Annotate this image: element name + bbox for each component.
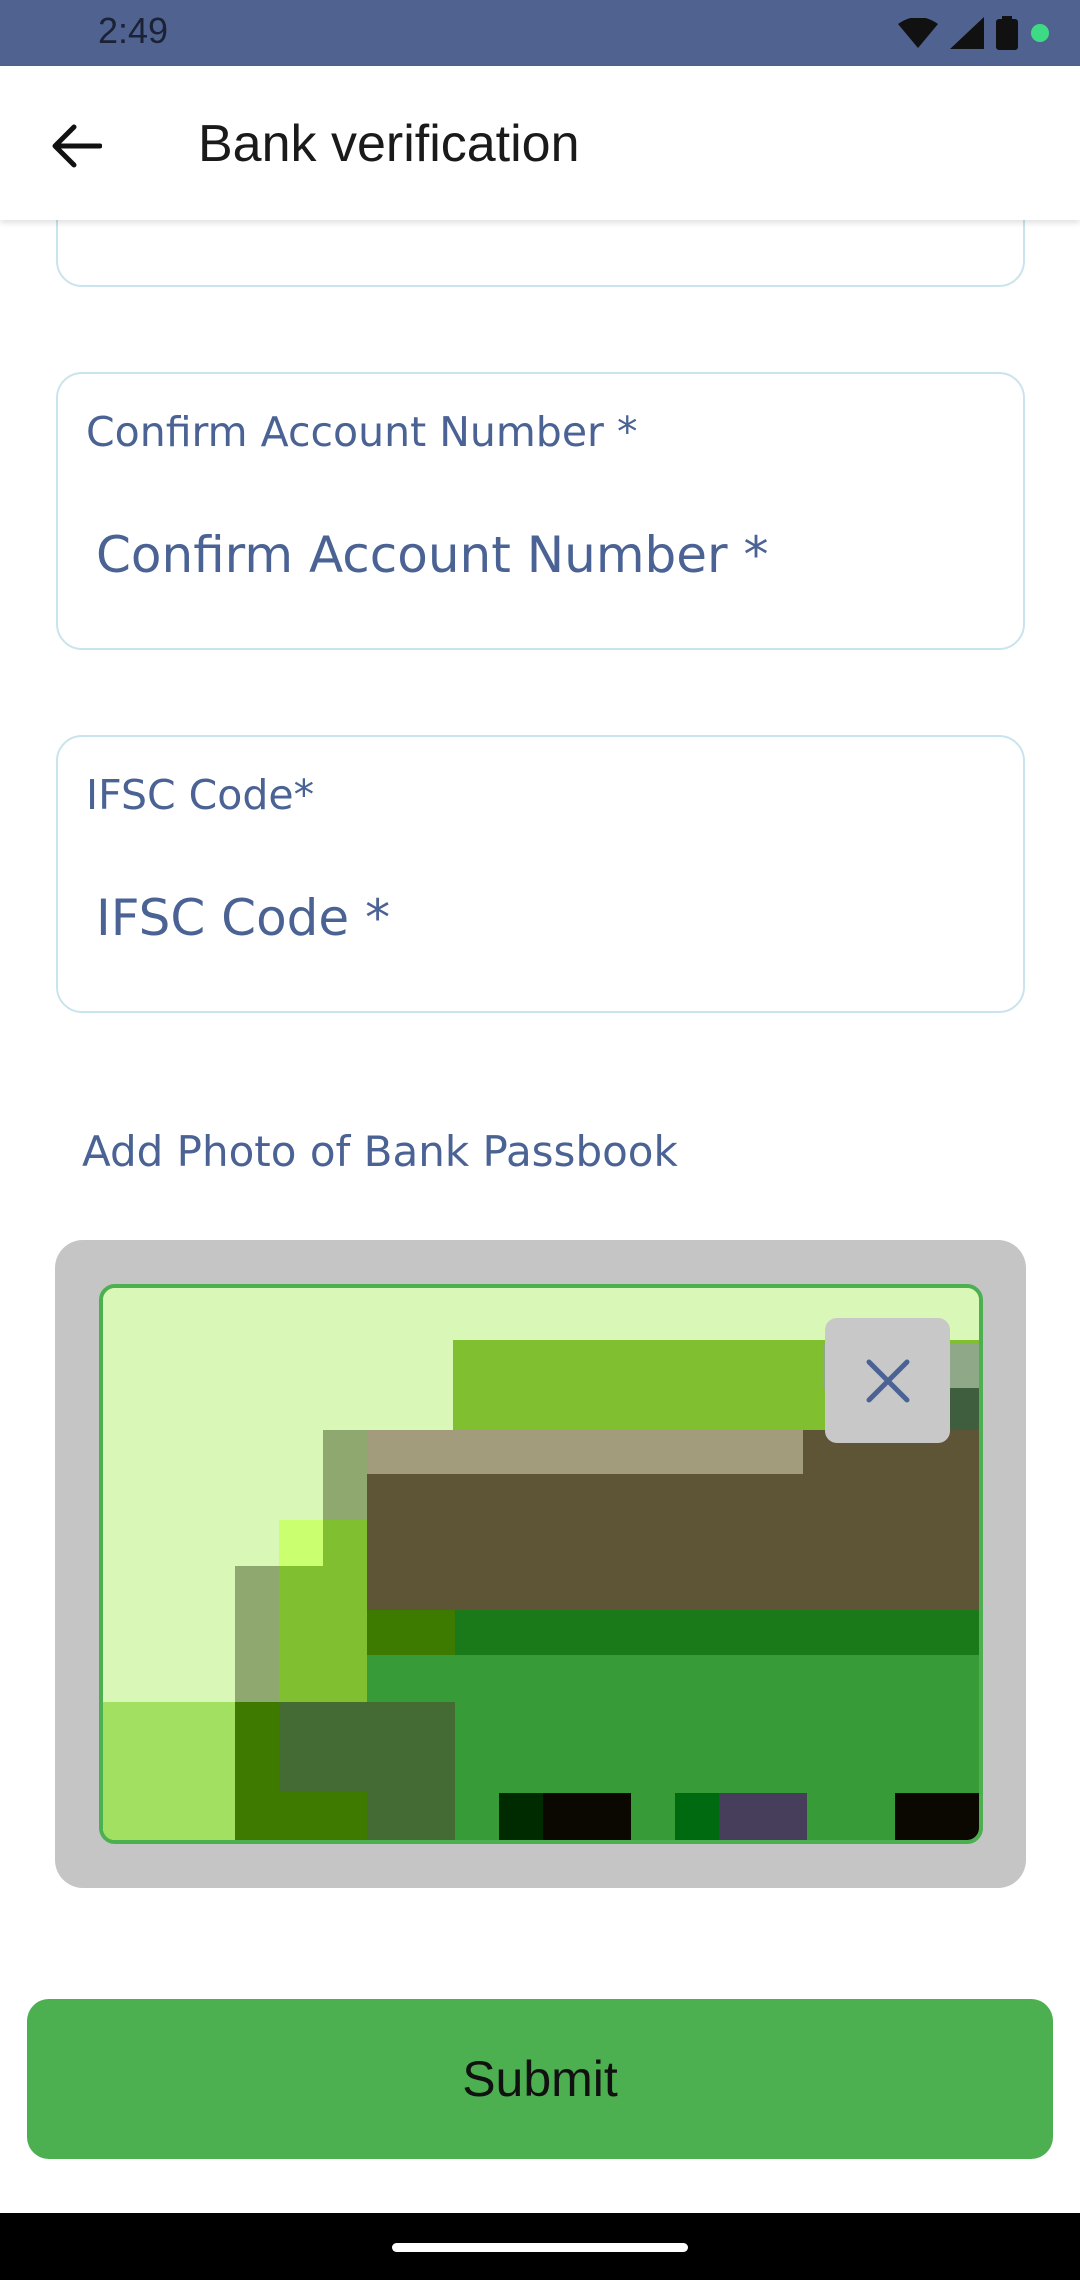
passbook-photo-label: Add Photo of Bank Passbook: [82, 1127, 678, 1176]
status-time: 2:49: [98, 10, 169, 51]
app-bar: Bank verification: [0, 66, 1080, 220]
arrow-left-icon: [52, 124, 102, 168]
notification-dot-icon: [1031, 24, 1049, 42]
account-number-field[interactable]: [56, 220, 1025, 287]
wifi-icon: [898, 18, 938, 48]
status-icons: [898, 14, 1050, 52]
submit-button[interactable]: Submit: [27, 1999, 1053, 2159]
back-button[interactable]: [36, 106, 116, 186]
ifsc-code-label: IFSC Code*: [86, 771, 315, 819]
ifsc-code-input[interactable]: [96, 889, 976, 947]
status-bar: 2:49: [0, 0, 1080, 66]
confirm-account-number-label: Confirm Account Number *: [86, 408, 638, 456]
confirm-account-number-input[interactable]: [96, 526, 976, 584]
form-scroll-area[interactable]: Confirm Account Number * IFSC Code* Add …: [0, 220, 1080, 2213]
navigation-bar: [0, 2213, 1080, 2280]
confirm-account-number-field[interactable]: Confirm Account Number *: [56, 372, 1025, 650]
home-handle[interactable]: [392, 2243, 688, 2252]
remove-photo-button[interactable]: [825, 1318, 950, 1443]
page-title: Bank verification: [198, 115, 580, 173]
close-icon: [866, 1359, 909, 1402]
battery-icon: [996, 16, 1018, 50]
signal-icon: [950, 17, 984, 49]
ifsc-code-field[interactable]: IFSC Code*: [56, 735, 1025, 1013]
